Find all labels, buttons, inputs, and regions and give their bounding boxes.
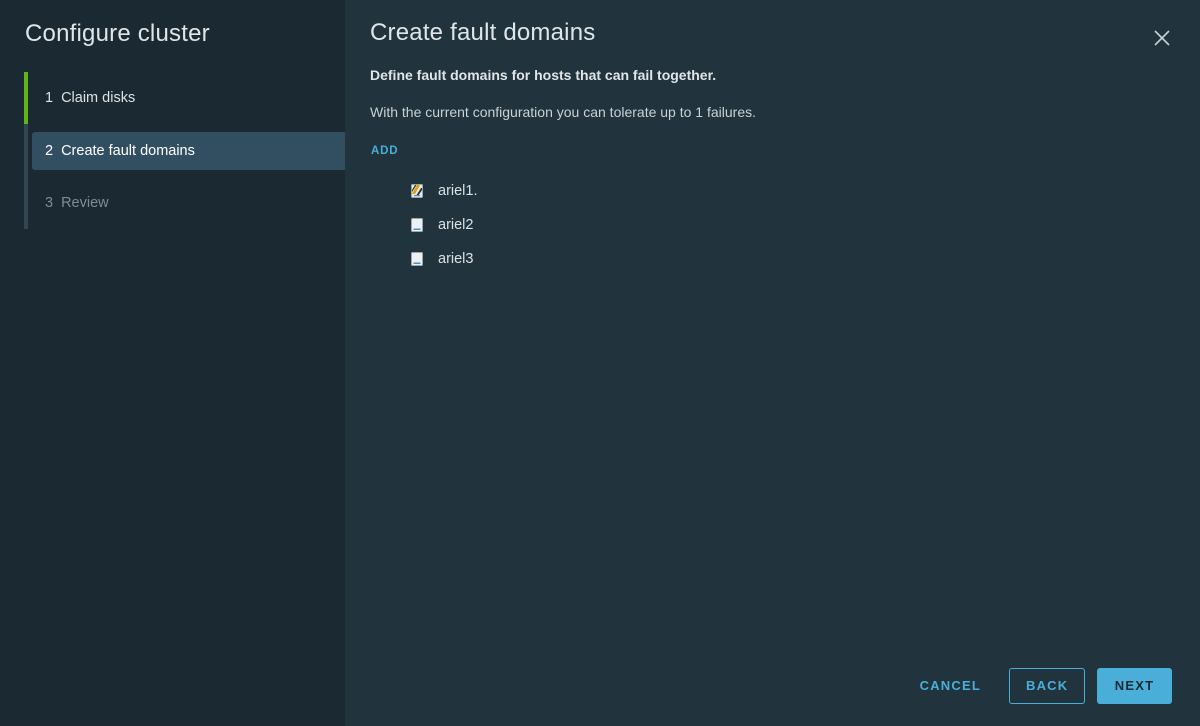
host-item[interactable]: ariel3 [411,242,478,276]
cancel-button[interactable]: CANCEL [904,668,997,704]
configure-cluster-wizard: Configure cluster 1 Claim disks 2 Create f… [0,0,1200,726]
step-label: Review [61,195,109,211]
step-label: Create fault domains [61,143,195,159]
step-number: 2 [45,143,54,159]
host-label: ariel2 [438,217,474,233]
host-item[interactable]: ariel1. [411,174,478,208]
host-list: ariel1. ariel2 ariel3 [411,174,478,276]
tolerance-info: With the current configuration you can t… [370,104,756,120]
step-claim-disks[interactable]: 1 Claim disks [32,79,345,117]
step-review[interactable]: 3 Review [32,184,345,222]
wizard-content: Create fault domains Define fault domain… [345,0,1200,726]
host-icon [411,252,423,266]
host-warning-icon [411,184,423,198]
step-number: 1 [45,90,54,106]
step-number: 3 [45,195,54,211]
add-fault-domain-link[interactable]: ADD [371,145,398,157]
next-button[interactable]: NEXT [1097,668,1172,704]
host-label: ariel3 [438,251,474,267]
step-label: Claim disks [61,90,136,106]
wizard-title: Configure cluster [25,20,210,47]
back-button[interactable]: BACK [1009,668,1085,704]
close-button[interactable] [1152,28,1172,48]
step-progress-indicator [24,72,28,124]
wizard-footer: CANCEL BACK NEXT [904,668,1172,704]
wizard-nav: Configure cluster 1 Claim disks 2 Create f… [0,0,345,726]
host-icon [411,218,423,232]
page-subtitle: Define fault domains for hosts that can … [370,67,717,83]
host-label: ariel1. [438,183,478,199]
host-item[interactable]: ariel2 [411,208,478,242]
close-icon [1154,30,1170,46]
step-create-fault-domains[interactable]: 2 Create fault domains [32,132,345,170]
page-title: Create fault domains [370,19,596,46]
